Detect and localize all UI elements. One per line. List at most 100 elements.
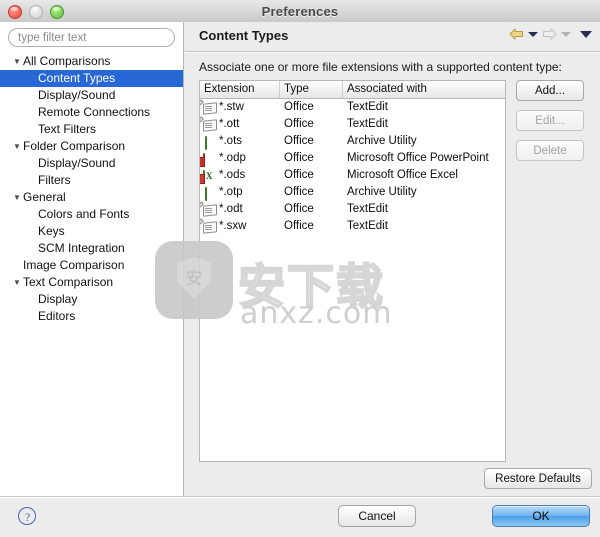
table-row[interactable]: *.stw Office TextEdit: [200, 99, 505, 116]
cell-extension: *.ott: [219, 118, 240, 130]
sidebar-item-editors[interactable]: Editors: [0, 308, 183, 325]
sidebar-item-scm-integration[interactable]: SCM Integration: [0, 240, 183, 257]
sidebar-item-label: Display/Sound: [38, 156, 116, 170]
sidebar-item-label: Remote Connections: [38, 105, 151, 119]
zoom-button[interactable]: [50, 5, 64, 19]
close-button[interactable]: [8, 5, 22, 19]
cell-associated-with: TextEdit: [347, 118, 388, 130]
window-title: Preferences: [261, 3, 339, 19]
document-edit-icon: [200, 218, 217, 234]
sidebar-item-display-sound-all[interactable]: Display/Sound: [0, 87, 183, 104]
cell-extension: *.stw: [219, 101, 244, 113]
excel-icon: X: [200, 169, 217, 184]
preferences-window: Preferences ▼ All Comparisons Content Ty…: [0, 0, 600, 537]
sidebar-item-label: Display/Sound: [38, 88, 116, 102]
sidebar-item-remote-connections[interactable]: Remote Connections: [0, 104, 183, 121]
table-row[interactable]: *.odp Office Microsoft Office PowerPoint: [200, 150, 505, 167]
document-edit-icon: [200, 116, 217, 132]
add-button[interactable]: Add...: [516, 80, 584, 101]
cell-associated-with: Microsoft Office Excel: [347, 169, 458, 181]
table-row[interactable]: *.ott Office TextEdit: [200, 116, 505, 133]
forward-nav-group[interactable]: [541, 27, 571, 41]
chevron-down-icon[interactable]: ▼: [12, 53, 22, 70]
powerpoint-icon: [200, 152, 217, 167]
column-header-associated-with[interactable]: Associated with: [343, 81, 505, 98]
sidebar-item-content-types[interactable]: Content Types: [0, 70, 183, 87]
cell-type: Office: [284, 203, 314, 215]
chevron-down-icon[interactable]: ▼: [12, 274, 22, 291]
table-row[interactable]: *.ots Office Archive Utility: [200, 133, 505, 150]
cancel-button[interactable]: Cancel: [338, 505, 416, 527]
cell-extension: *.odt: [219, 203, 243, 215]
table-action-buttons: Add... Edit... Delete: [516, 80, 586, 170]
cell-extension: *.otp: [219, 186, 243, 198]
cell-type: Office: [284, 135, 314, 147]
cell-associated-with: Archive Utility: [347, 186, 417, 198]
cell-extension: *.odp: [219, 152, 246, 164]
sidebar-item-display-sound-folder[interactable]: Display/Sound: [0, 155, 183, 172]
navigation-toolbar: [508, 27, 592, 41]
column-header-extension[interactable]: Extension: [200, 81, 280, 98]
back-nav-group[interactable]: [508, 27, 538, 41]
dialog-footer: ? Cancel OK: [0, 496, 600, 537]
sidebar-item-label: Content Types: [38, 71, 116, 85]
restore-defaults-button[interactable]: Restore Defaults: [484, 468, 592, 489]
sidebar-item-label: Image Comparison: [23, 258, 125, 272]
preferences-tree: ▼ All Comparisons Content Types Display/…: [0, 51, 183, 325]
delete-button[interactable]: Delete: [516, 140, 584, 161]
sidebar-item-text-comparison[interactable]: ▼ Text Comparison: [0, 274, 183, 291]
sidebar-item-label: Folder Comparison: [23, 139, 126, 153]
table-row[interactable]: X *.ods Office Microsoft Office Excel: [200, 167, 505, 184]
filter-container: [0, 22, 183, 51]
sidebar-item-label: Display: [38, 292, 78, 306]
cell-type: Office: [284, 101, 314, 113]
sidebar-item-text-filters[interactable]: Text Filters: [0, 121, 183, 138]
content-types-table[interactable]: Extension Type Associated with *.stw Off…: [199, 80, 506, 462]
sidebar-item-label: Text Filters: [38, 122, 97, 136]
sidebar-item-label: Editors: [38, 309, 76, 323]
cell-extension: *.sxw: [219, 220, 247, 232]
search-input[interactable]: [8, 28, 175, 47]
document-edit-icon: [200, 99, 217, 115]
archive-icon: [203, 135, 217, 150]
preferences-sidebar: ▼ All Comparisons Content Types Display/…: [0, 22, 184, 496]
cell-associated-with: TextEdit: [347, 101, 388, 113]
chevron-down-icon[interactable]: ▼: [12, 138, 22, 155]
cell-associated-with: Archive Utility: [347, 135, 417, 147]
sidebar-item-folder-comparison[interactable]: ▼ Folder Comparison: [0, 138, 183, 155]
page-title: Content Types: [199, 28, 289, 43]
sidebar-item-label: All Comparisons: [23, 54, 111, 68]
sidebar-item-keys[interactable]: Keys: [0, 223, 183, 240]
content-header: Content Types: [185, 22, 600, 52]
section-description: Associate one or more file extensions wi…: [199, 60, 562, 74]
table-row[interactable]: *.otp Office Archive Utility: [200, 184, 505, 201]
sidebar-item-label: General: [23, 190, 66, 204]
table-row[interactable]: *.odt Office TextEdit: [200, 201, 505, 218]
cell-extension: *.ods: [219, 169, 246, 181]
sidebar-item-all-comparisons[interactable]: ▼ All Comparisons: [0, 53, 183, 70]
chevron-down-icon[interactable]: ▼: [12, 189, 22, 206]
ok-button[interactable]: OK: [492, 505, 590, 527]
view-menu-icon[interactable]: [580, 30, 592, 38]
sidebar-item-filters[interactable]: Filters: [0, 172, 183, 189]
cell-associated-with: TextEdit: [347, 220, 388, 232]
archive-icon: [203, 186, 217, 201]
minimize-button[interactable]: [29, 5, 43, 19]
sidebar-item-general[interactable]: ▼ General: [0, 189, 183, 206]
help-question-icon[interactable]: ?: [18, 507, 36, 525]
cell-type: Office: [284, 118, 314, 130]
back-arrow-icon[interactable]: [508, 27, 525, 41]
sidebar-item-display-text[interactable]: Display: [0, 291, 183, 308]
cell-extension: *.ots: [219, 135, 243, 147]
window-controls: [8, 5, 64, 19]
cell-type: Office: [284, 152, 314, 164]
cell-type: Office: [284, 169, 314, 181]
back-dropdown-icon[interactable]: [528, 31, 538, 37]
sidebar-item-colors-and-fonts[interactable]: Colors and Fonts: [0, 206, 183, 223]
forward-arrow-icon: [543, 28, 557, 40]
column-header-type[interactable]: Type: [280, 81, 343, 98]
sidebar-item-label: Text Comparison: [23, 275, 114, 289]
sidebar-item-image-comparison[interactable]: Image Comparison: [0, 257, 183, 274]
edit-button[interactable]: Edit...: [516, 110, 584, 131]
table-row[interactable]: *.sxw Office TextEdit: [200, 218, 505, 235]
